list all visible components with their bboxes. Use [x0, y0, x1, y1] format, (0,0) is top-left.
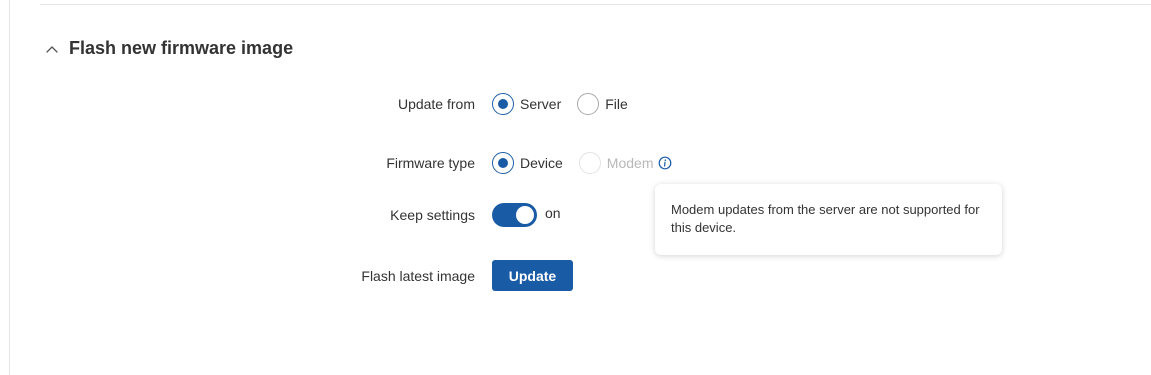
keep-settings-toggle[interactable]	[492, 203, 537, 227]
firmware-type-options: Device Modem	[492, 152, 672, 174]
keep-settings-state: on	[545, 205, 561, 221]
radio-file[interactable]	[577, 93, 600, 115]
update-from-row: Update from Server File	[0, 92, 1151, 116]
firmware-type-row: Firmware type Device Modem	[0, 151, 1151, 175]
firmware-type-label: Firmware type	[386, 155, 475, 171]
flash-latest-control: Update	[492, 260, 573, 291]
left-divider	[9, 0, 10, 375]
radio-device-label[interactable]: Device	[520, 155, 563, 171]
modem-tooltip: Modem updates from the server are not su…	[655, 184, 1002, 255]
keep-settings-control: on	[492, 203, 561, 227]
radio-server-label[interactable]: Server	[520, 96, 561, 112]
top-divider	[40, 4, 1151, 5]
info-icon[interactable]	[658, 156, 672, 170]
firmware-page: Flash new firmware image Update from Ser…	[0, 0, 1151, 375]
update-from-label: Update from	[397, 96, 475, 112]
radio-modem	[578, 152, 601, 174]
toggle-knob	[516, 206, 534, 224]
radio-dot	[498, 158, 508, 168]
chevron-up-icon[interactable]	[44, 41, 60, 57]
radio-device[interactable]	[492, 152, 514, 174]
section-header-toggle[interactable]: Flash new firmware image	[44, 38, 293, 59]
radio-dot	[498, 99, 508, 109]
tooltip-text: Modem updates from the server are not su…	[671, 202, 980, 235]
flash-latest-label: Flash latest image	[361, 267, 475, 284]
section-title: Flash new firmware image	[69, 38, 294, 58]
radio-file-label[interactable]: File	[605, 96, 628, 112]
radio-modem-label: Modem	[606, 155, 654, 171]
keep-settings-label: Keep settings	[390, 207, 475, 223]
radio-server[interactable]	[492, 93, 514, 115]
flash-latest-row: Flash latest image Update	[0, 260, 1151, 291]
update-from-options: Server File	[492, 93, 644, 115]
update-button[interactable]: Update	[492, 260, 573, 291]
